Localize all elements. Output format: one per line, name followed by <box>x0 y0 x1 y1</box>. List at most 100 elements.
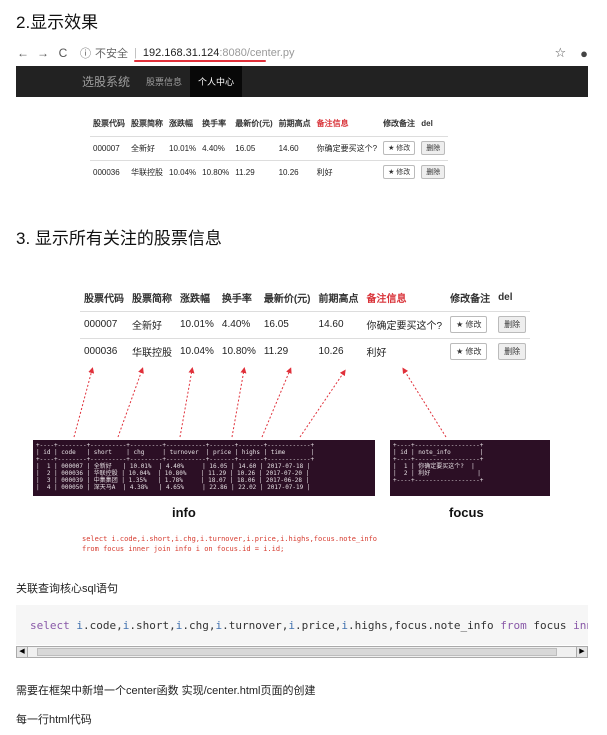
code-horizontal-scrollbar[interactable]: ◀ ▶ <box>16 646 588 658</box>
delete-button[interactable]: 删除 <box>498 343 527 361</box>
sql-keyword: select <box>30 619 70 632</box>
scroll-thumb[interactable] <box>37 648 557 656</box>
url-host[interactable]: 192.168.31.124 <box>143 47 219 59</box>
table-cell: 4.40% <box>217 310 260 338</box>
forward-icon[interactable]: → <box>36 46 50 60</box>
arrow-turnover <box>231 367 247 438</box>
site-info-icon[interactable]: ⓘ <box>80 45 91 61</box>
section-heading-all-focus: 3. 显示所有关注的股票信息 <box>16 229 222 248</box>
column-header: del <box>421 119 433 129</box>
browser-toolbar: ← → C ⓘ 不安全 | 192.168.31.124 :8080/cente… <box>16 41 588 65</box>
table-cell: 10.04% <box>166 159 200 184</box>
terminal-line: | 4 | 000050 | 深天马A | 4.38% | 4.65% | 22… <box>36 484 311 491</box>
table-cell: 利好 <box>362 337 447 365</box>
delete-button[interactable]: 删除 <box>421 141 446 155</box>
column-header: 最新价(元) <box>235 119 273 129</box>
column-header: del <box>498 291 513 303</box>
sql-alias: i <box>341 619 348 632</box>
terminal-line: | 3 | 000039 | 中集集团 | 1.35% | 1.78% | 18… <box>36 477 310 484</box>
navbar-brand[interactable]: 选股系统 <box>16 66 138 97</box>
bookmark-star-icon[interactable]: ☆ <box>554 45 566 61</box>
terminal-line: +----+------------------+ <box>393 477 484 484</box>
terminal-line: +----+------------------+ <box>393 456 484 463</box>
sql-text: focus <box>526 619 574 632</box>
url-divider: | <box>134 47 137 59</box>
table-cell: 4.40% <box>199 135 233 160</box>
scroll-left-icon[interactable]: ◀ <box>17 647 28 657</box>
column-header: 股票简称 <box>131 119 163 129</box>
column-header: 前期高点 <box>318 293 359 305</box>
delete-cell: 删除 <box>418 159 449 184</box>
arrow-price <box>261 367 292 438</box>
terminal-line: +----+--------+----------+---------+----… <box>36 456 315 463</box>
table-cell: 华联控股 <box>128 159 166 184</box>
url-highlight-underline <box>134 60 266 62</box>
terminal-line: | 1 | 000007 | 全新好 | 10.01% | 4.40% | 16… <box>36 463 311 470</box>
info-table-label: info <box>172 505 196 520</box>
code-block: select i.code,i.short,i.chg,i.turnover,i… <box>16 605 588 645</box>
arrow-code <box>73 367 95 438</box>
column-header: 涨跌幅 <box>180 293 210 305</box>
paragraph-core-sql: 关联查询核心sql语句 <box>16 583 119 595</box>
sql-text: .chg, <box>182 619 216 632</box>
paragraph-center-function: 需要在框架中新增一个center函数 实现/center.html页面的创建 <box>16 685 316 697</box>
table-row: 000007 全新好 10.01% 4.40% 16.05 14.60 你确定要买这个? ★ … <box>90 135 449 160</box>
table-cell: 000007 <box>80 310 128 338</box>
stock-table-small: 股票代码 股票简称 涨跌幅 换手率 最新价(元) 前期高点 备注信息 修改备注 del 00000… <box>90 112 449 184</box>
edit-note-button[interactable]: ★ 修改 <box>450 316 488 333</box>
sql-alias: i <box>76 619 83 632</box>
column-header: 换手率 <box>221 293 252 305</box>
account-icon[interactable]: ● <box>580 46 588 61</box>
url-path[interactable]: :8080/center.py <box>219 47 294 59</box>
code-line-sql: select i.code,i.short,i.chg,i.turnover,i… <box>30 619 588 632</box>
terminal-line: +----+------------------+ <box>393 442 484 449</box>
sql-text: .short, <box>129 619 176 632</box>
table-cell: 000036 <box>90 159 128 184</box>
table-cell: 14.60 <box>275 135 314 160</box>
edit-note-button[interactable]: ★ 修改 <box>383 165 416 180</box>
table-cell: 11.29 <box>259 337 315 365</box>
terminal-line: | 2 | 000036 | 华联控股 | 10.04% | 10.80% | … <box>36 470 310 477</box>
delete-cell: 删除 <box>494 310 531 338</box>
delete-cell: 删除 <box>494 337 531 365</box>
terminal-line: | id | note_info | <box>393 449 484 456</box>
delete-cell: 删除 <box>418 135 449 160</box>
edit-cell: ★ 修改 <box>380 135 419 160</box>
table-cell: 11.29 <box>232 159 276 184</box>
arrow-note <box>402 367 447 438</box>
column-header: 股票简称 <box>132 293 172 305</box>
nav-item-personal-center[interactable]: 个人中心 <box>190 66 243 97</box>
table-row: 000007 全新好 10.01% 4.40% 16.05 14.60 你确定要买这个? ★ … <box>80 310 531 338</box>
paragraph-row-html: 每一行html代码 <box>16 714 92 726</box>
terminal-line: | 2 | 利好 | <box>393 470 481 477</box>
edit-note-button[interactable]: ★ 修改 <box>450 343 488 361</box>
sql-keyword: inner <box>573 619 588 632</box>
scroll-right-icon[interactable]: ▶ <box>576 647 587 657</box>
table-header-row: 股票代码 股票简称 涨跌幅 换手率 最新价(元) 前期高点 备注信息 修改备注 del <box>90 112 448 136</box>
edit-cell: ★ 修改 <box>446 337 495 365</box>
delete-button[interactable]: 删除 <box>498 316 527 333</box>
sql-line-2: from focus inner join info i on focus.id… <box>82 545 285 553</box>
nav-item-stock-info[interactable]: 股票信息 <box>138 66 190 97</box>
table-cell: 你确定要买这个? <box>313 135 381 160</box>
table-header-row: 股票代码 股票简称 涨跌幅 换手率 最新价(元) 前期高点 备注信息 修改备注 del <box>80 284 530 311</box>
table-cell: 全新好 <box>128 310 176 338</box>
table-cell: 16.05 <box>232 135 276 160</box>
reload-icon[interactable]: C <box>56 46 70 60</box>
column-header: 最新价(元) <box>263 293 311 305</box>
table-cell: 10.04% <box>176 337 218 365</box>
table-cell: 14.60 <box>314 310 363 338</box>
column-header: 换手率 <box>202 119 227 129</box>
arrow-short <box>117 367 144 438</box>
sql-text: .highs,focus.note_info <box>347 619 501 632</box>
back-icon[interactable]: ← <box>16 46 30 60</box>
stock-table-large: 股票代码 股票简称 涨跌幅 换手率 最新价(元) 前期高点 备注信息 修改备注 del 00000… <box>80 284 531 365</box>
terminal-line: | id | code | short | chg | turnover | p… <box>36 449 315 456</box>
column-header: 备注信息 <box>366 293 407 305</box>
edit-note-button[interactable]: ★ 修改 <box>383 141 416 155</box>
terminal-line: | 1 | 你确定要买这个? | <box>393 463 475 470</box>
edit-cell: ★ 修改 <box>446 310 495 338</box>
table-cell: 10.80% <box>199 159 233 184</box>
delete-button[interactable]: 删除 <box>421 165 446 180</box>
sql-text: .price, <box>294 619 342 632</box>
